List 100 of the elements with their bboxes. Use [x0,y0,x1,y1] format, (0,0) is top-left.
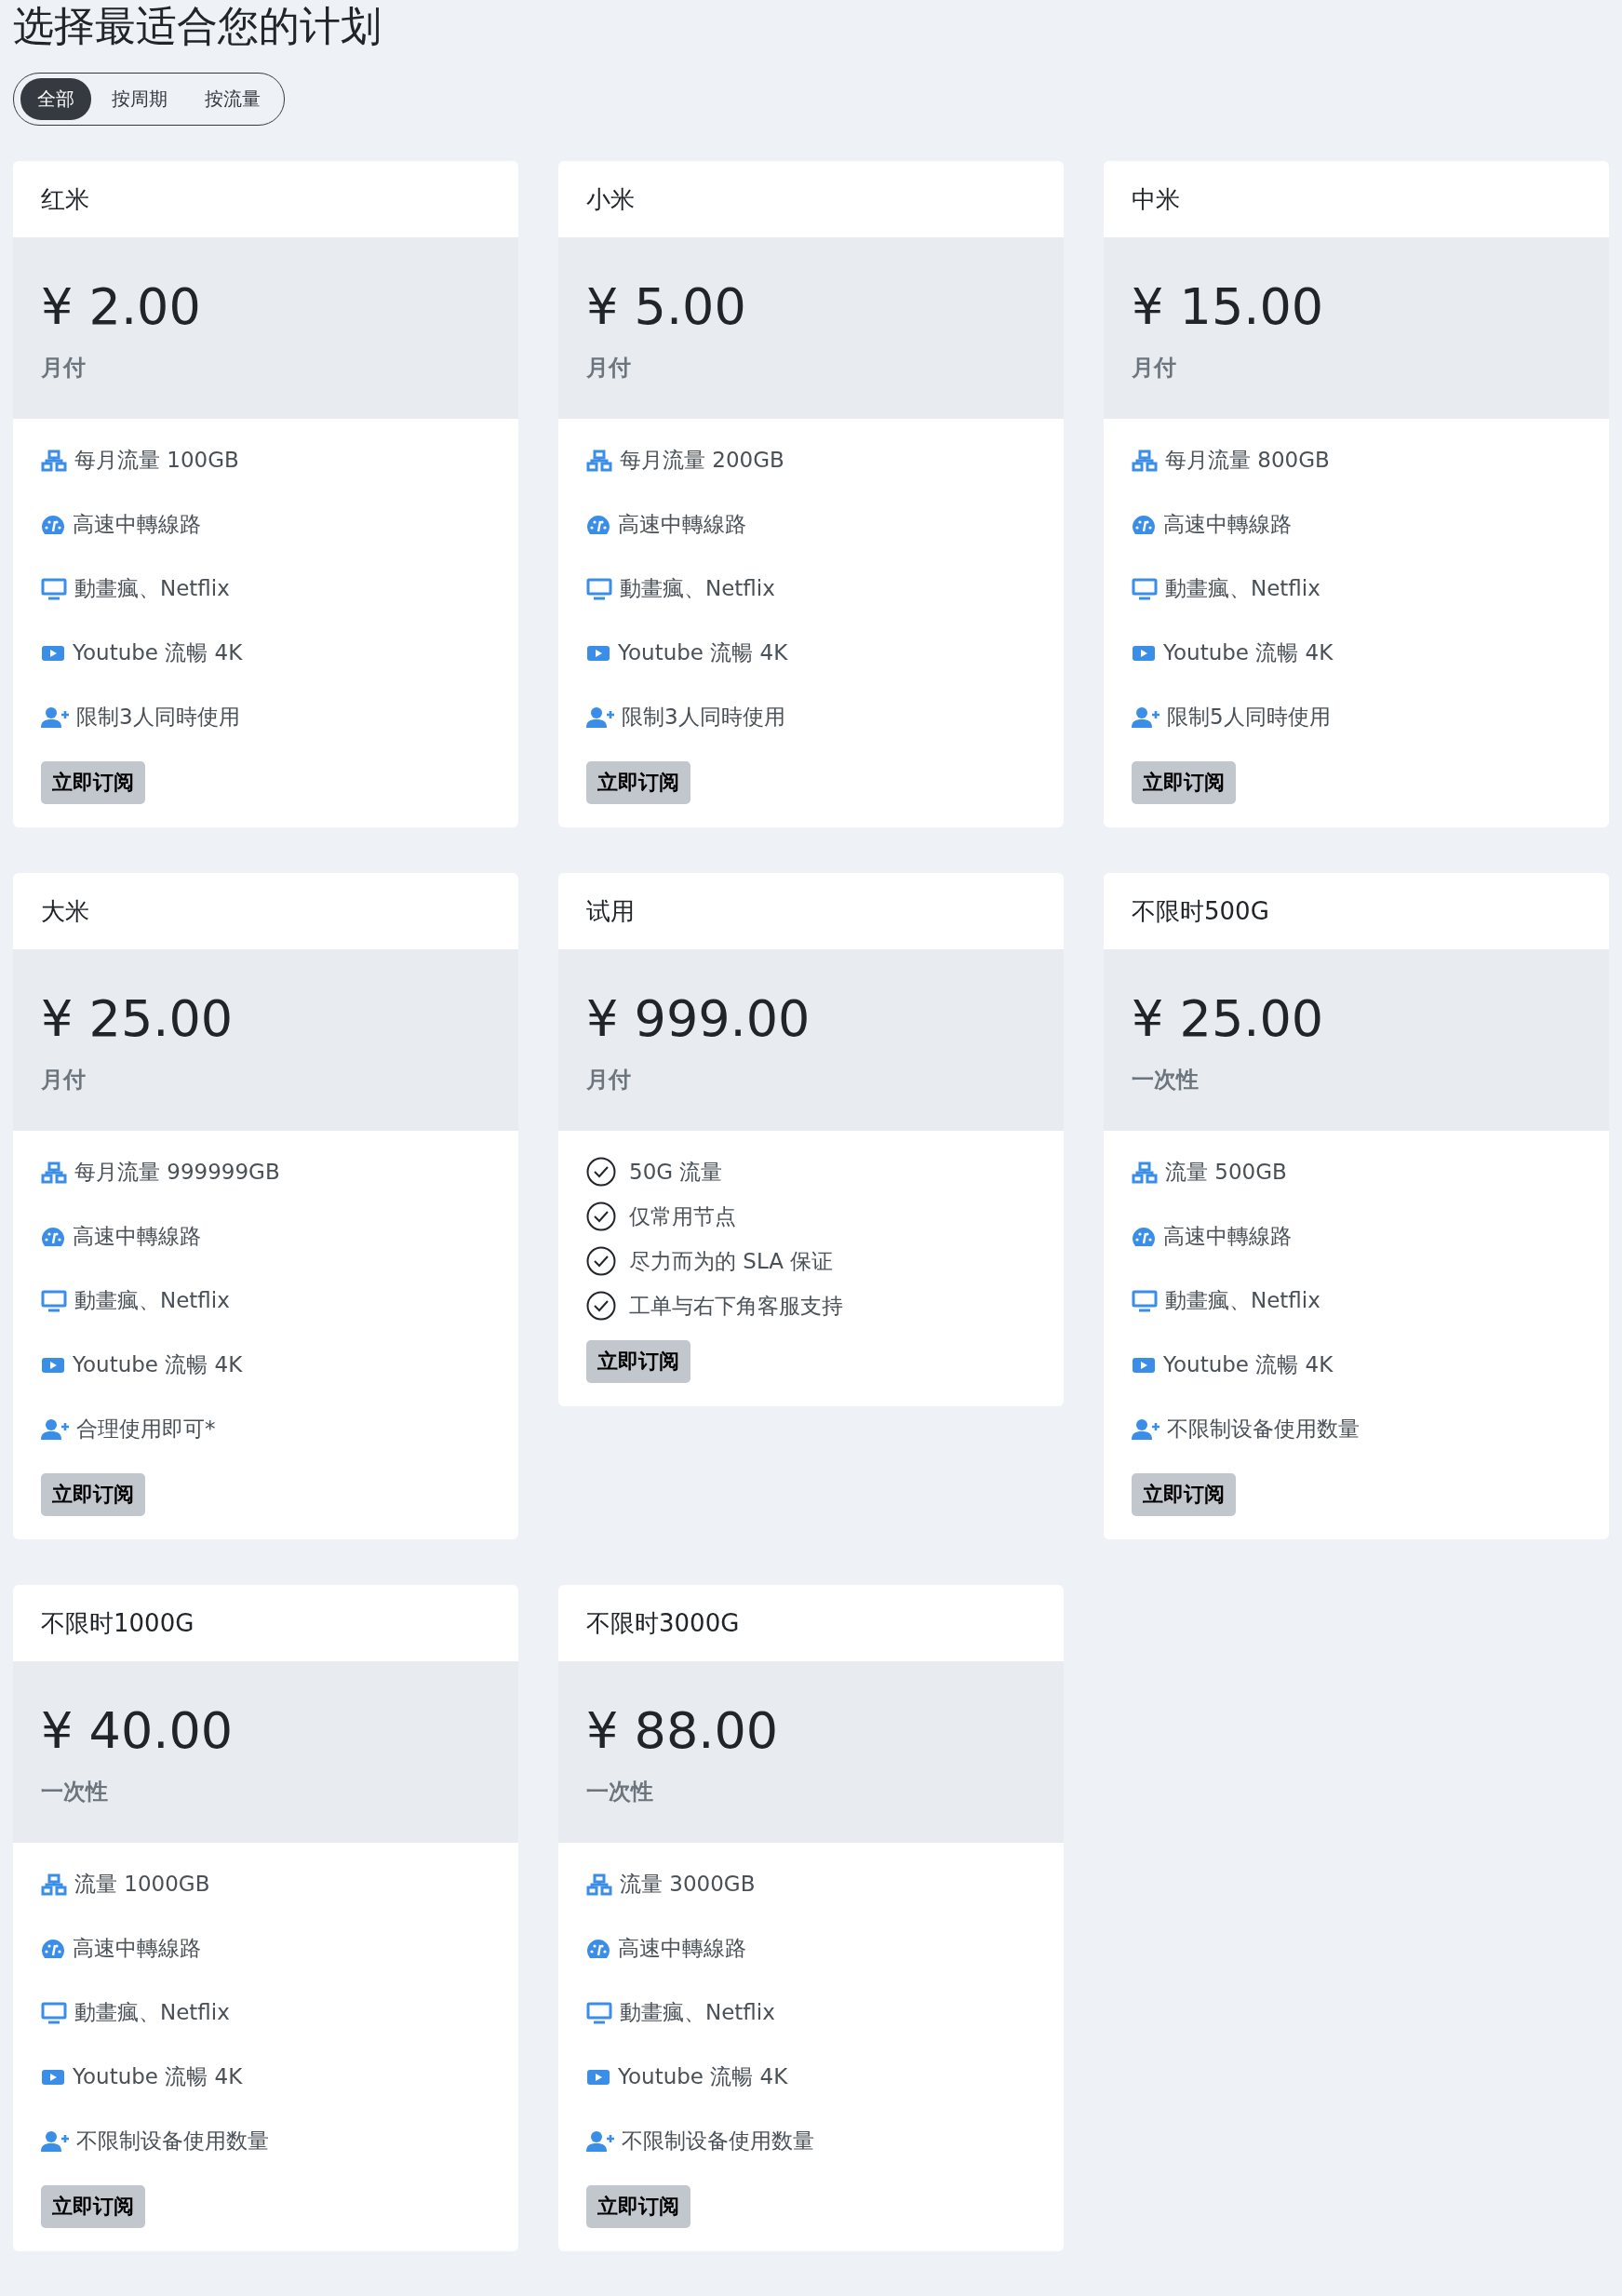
plan-name: 小米 [586,183,635,215]
billing-period: 一次性 [1132,1066,1200,1094]
plan-name: 不限时1000G [41,1607,194,1639]
price: ¥ 25.00 [1132,994,1325,1044]
feature-text: 每月流量 999999GB [74,1159,280,1186]
play-icon [586,643,610,663]
feature-text: 每月流量 800GB [1165,447,1330,474]
network-icon [586,1873,612,1896]
subscribe-button[interactable]: 立即订阅 [41,2185,145,2228]
play-icon [41,643,65,663]
feature-text: Youtube 流暢 4K [73,1351,243,1378]
feature-text: 高速中轉線路 [73,511,201,538]
plan-name: 大米 [41,895,89,927]
user-plus-icon [1132,1417,1160,1441]
gauge-icon [1132,1226,1156,1247]
feature-text: Youtube 流暢 4K [73,639,243,666]
user-plus-icon [41,2129,69,2153]
feature-text: 動畫瘋、Netflix [74,1287,230,1314]
check-circle-icon [586,1246,616,1276]
play-icon [41,1355,65,1375]
feature-text: 高速中轉線路 [73,1935,201,1962]
feature-text: 合理使用即可* [76,1416,216,1443]
network-icon [586,449,612,472]
plan-name: 不限时500G [1132,895,1269,927]
monitor-icon [1132,577,1158,600]
feature-text: 限制3人同時使用 [622,704,785,731]
feature-text: Youtube 流暢 4K [618,639,788,666]
feature-text: Youtube 流暢 4K [1163,639,1334,666]
feature-text: Youtube 流暢 4K [1163,1351,1334,1378]
filter-tab[interactable]: 按流量 [188,78,277,120]
play-icon [586,2067,610,2087]
feature-text: 動畫瘋、Netflix [74,1999,230,2026]
monitor-icon [586,577,612,600]
feature-text: 每月流量 100GB [74,447,239,474]
plan-name: 中米 [1132,183,1180,215]
network-icon [41,449,67,472]
subscribe-button[interactable]: 立即订阅 [1132,761,1236,804]
feature-text: 流量 500GB [1165,1159,1287,1186]
price: ¥ 40.00 [41,1706,235,1756]
subscribe-button[interactable]: 立即订阅 [41,761,145,804]
billing-period: 月付 [586,1066,632,1094]
gauge-icon [41,1938,65,1959]
plan-name: 试用 [586,895,635,927]
gauge-icon [41,1226,65,1247]
play-icon [1132,643,1156,663]
feature-text: 高速中轉線路 [618,511,746,538]
feature-text: 動畫瘋、Netflix [1165,575,1320,602]
feature-text: 高速中轉線路 [1163,511,1292,538]
network-icon [1132,449,1158,472]
feature-text: 不限制设备使用数量 [76,2128,269,2155]
gauge-icon [41,514,65,535]
page-title: 选择最适合您的计划 [13,1,382,51]
feature-text: 高速中轉線路 [618,1935,746,1962]
network-icon [41,1873,67,1896]
user-plus-icon [1132,705,1160,729]
billing-period: 月付 [586,354,632,383]
price: ¥ 88.00 [586,1706,780,1756]
check-circle-icon [586,1157,616,1187]
feature-text: 高速中轉線路 [1163,1223,1292,1250]
feature-text: 工单与右下角客服支持 [629,1292,843,1320]
subscribe-button[interactable]: 立即订阅 [586,2185,690,2228]
check-circle-icon [586,1291,616,1321]
user-plus-icon [586,705,614,729]
feature-text: 高速中轉線路 [73,1223,201,1250]
feature-text: 仅常用节点 [629,1202,736,1230]
user-plus-icon [41,705,69,729]
network-icon [41,1161,67,1184]
subscribe-button[interactable]: 立即订阅 [586,761,690,804]
gauge-icon [1132,514,1156,535]
feature-text: Youtube 流暢 4K [73,2063,243,2090]
feature-text: Youtube 流暢 4K [618,2063,788,2090]
feature-text: 動畫瘋、Netflix [1165,1287,1320,1314]
billing-period: 月付 [41,354,87,383]
feature-text: 動畫瘋、Netflix [620,1999,775,2026]
subscribe-button[interactable]: 立即订阅 [41,1473,145,1516]
price: ¥ 999.00 [586,994,811,1044]
billing-period: 一次性 [41,1778,109,1806]
billing-period: 月付 [1132,354,1177,383]
monitor-icon [41,577,67,600]
feature-text: 流量 1000GB [74,1871,210,1898]
play-icon [41,2067,65,2087]
feature-text: 限制5人同時使用 [1167,704,1331,731]
filter-tab[interactable]: 按周期 [95,78,184,120]
feature-text: 每月流量 200GB [620,447,784,474]
play-icon [1132,1355,1156,1375]
monitor-icon [1132,1289,1158,1312]
gauge-icon [586,1938,610,1959]
billing-period: 月付 [41,1066,87,1094]
filter-tab[interactable]: 全部 [20,78,91,120]
feature-text: 限制3人同時使用 [76,704,240,731]
gauge-icon [586,514,610,535]
monitor-icon [41,1289,67,1312]
subscribe-button[interactable]: 立即订阅 [586,1340,690,1383]
subscribe-button[interactable]: 立即订阅 [1132,1473,1236,1516]
network-icon [1132,1161,1158,1184]
feature-text: 動畫瘋、Netflix [620,575,775,602]
price: ¥ 5.00 [586,282,747,332]
user-plus-icon [586,2129,614,2153]
feature-text: 流量 3000GB [620,1871,756,1898]
check-circle-icon [586,1202,616,1231]
